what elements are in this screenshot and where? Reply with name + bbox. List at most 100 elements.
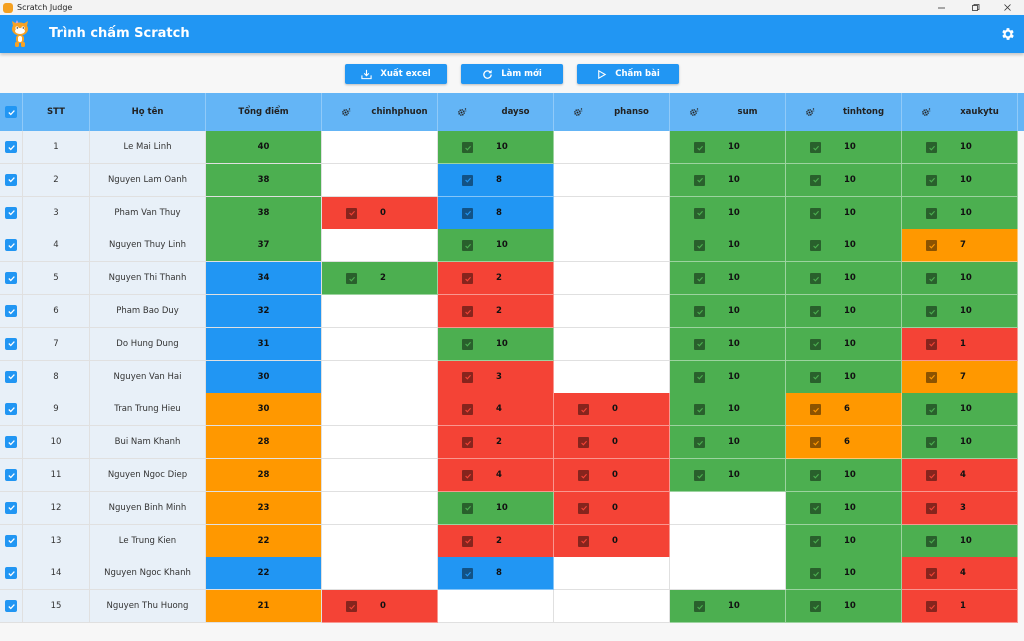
task-score-cell[interactable]: 10: [438, 491, 554, 525]
task-checkbox[interactable]: [810, 437, 821, 449]
task-score-cell-empty[interactable]: [438, 590, 554, 624]
task-checkbox[interactable]: [462, 470, 473, 481]
task-score-cell[interactable]: 10: [786, 163, 902, 197]
task-checkbox[interactable]: [926, 240, 937, 252]
table-row[interactable]: 9 Tran Trung Hieu 30 4 0 10 6 10: [0, 393, 1024, 427]
task-score-cell[interactable]: 0: [554, 491, 670, 525]
task-score-cell[interactable]: 4: [438, 393, 554, 427]
task-score-cell-empty[interactable]: [322, 393, 438, 427]
grade-button[interactable]: Chấm bài: [577, 64, 679, 84]
header-task-xaukytu[interactable]: xaukytu: [902, 93, 1018, 131]
task-checkbox[interactable]: [694, 306, 705, 317]
task-checkbox[interactable]: [462, 568, 473, 580]
row-select-cell[interactable]: [0, 393, 23, 427]
row-checkbox[interactable]: [5, 501, 17, 514]
row-checkbox[interactable]: [5, 567, 17, 580]
task-checkbox[interactable]: [926, 568, 937, 580]
task-checkbox[interactable]: [462, 174, 473, 186]
task-score-cell-empty[interactable]: [322, 557, 438, 591]
header-task-dayso[interactable]: dayso: [438, 93, 554, 131]
task-score-cell[interactable]: 10: [786, 295, 902, 328]
task-score-cell-empty[interactable]: [554, 262, 670, 296]
task-checkbox[interactable]: [694, 470, 705, 481]
task-checkbox[interactable]: [462, 502, 473, 514]
task-checkbox[interactable]: [694, 404, 705, 416]
row-checkbox[interactable]: [5, 337, 17, 350]
task-score-cell[interactable]: 10: [786, 196, 902, 230]
task-checkbox[interactable]: [926, 174, 937, 186]
task-checkbox[interactable]: [810, 273, 821, 285]
task-score-cell[interactable]: 10: [786, 360, 902, 394]
table-row[interactable]: 7 Do Hung Dung 31 10 10 10 1: [0, 327, 1024, 361]
header-task-tinhtong[interactable]: tinhtong: [786, 93, 902, 131]
task-checkbox[interactable]: [346, 207, 357, 219]
task-score-cell[interactable]: 10: [670, 262, 786, 296]
task-score-cell[interactable]: 10: [902, 196, 1018, 230]
task-score-cell-empty[interactable]: [322, 163, 438, 197]
task-score-cell-empty[interactable]: [554, 131, 670, 164]
task-checkbox[interactable]: [694, 437, 705, 449]
task-score-cell-empty[interactable]: [322, 229, 438, 263]
task-checkbox[interactable]: [810, 306, 821, 317]
task-score-cell[interactable]: 10: [670, 196, 786, 230]
task-score-cell-empty[interactable]: [554, 557, 670, 591]
task-checkbox[interactable]: [462, 207, 473, 219]
row-select-cell[interactable]: [0, 262, 23, 296]
table-row[interactable]: 1 Le Mai Linh 40 10 10 10 10: [0, 131, 1024, 164]
task-score-cell-empty[interactable]: [322, 459, 438, 492]
task-checkbox[interactable]: [694, 174, 705, 186]
row-select-cell[interactable]: [0, 229, 23, 263]
row-select-cell[interactable]: [0, 196, 23, 230]
row-checkbox[interactable]: [5, 141, 17, 153]
table-row[interactable]: 10 Bui Nam Khanh 28 2 0 10 6 10: [0, 426, 1024, 460]
task-checkbox[interactable]: [810, 404, 821, 416]
gear-icon[interactable]: [1000, 26, 1016, 42]
task-score-cell[interactable]: 10: [438, 229, 554, 263]
task-score-cell-empty[interactable]: [322, 426, 438, 460]
task-score-cell[interactable]: 10: [670, 327, 786, 361]
task-score-cell-empty[interactable]: [670, 524, 786, 558]
task-checkbox[interactable]: [578, 535, 589, 547]
task-checkbox[interactable]: [578, 470, 589, 481]
task-checkbox[interactable]: [694, 273, 705, 285]
task-checkbox[interactable]: [926, 338, 937, 350]
task-score-cell[interactable]: 10: [670, 229, 786, 263]
header-total[interactable]: Tổng điểm: [206, 93, 322, 131]
task-checkbox[interactable]: [462, 142, 473, 153]
task-checkbox[interactable]: [462, 371, 473, 383]
task-score-cell[interactable]: 10: [786, 327, 902, 361]
row-select-cell[interactable]: [0, 131, 23, 164]
task-checkbox[interactable]: [462, 404, 473, 416]
maximize-button[interactable]: [958, 0, 992, 15]
row-checkbox[interactable]: [5, 173, 17, 186]
table-row[interactable]: 5 Nguyen Thi Thanh 34 2 2 10 10 10: [0, 262, 1024, 296]
task-score-cell[interactable]: 10: [786, 459, 902, 492]
task-checkbox[interactable]: [694, 142, 705, 153]
task-score-cell[interactable]: 1: [902, 590, 1018, 624]
task-checkbox[interactable]: [926, 306, 937, 317]
task-checkbox[interactable]: [462, 306, 473, 317]
task-checkbox[interactable]: [926, 207, 937, 219]
task-checkbox[interactable]: [462, 535, 473, 547]
task-score-cell[interactable]: 10: [670, 590, 786, 624]
task-score-cell-empty[interactable]: [670, 557, 786, 591]
header-name[interactable]: Họ tên: [90, 93, 206, 131]
task-score-cell[interactable]: 10: [670, 163, 786, 197]
task-score-cell-empty[interactable]: [554, 590, 670, 624]
task-checkbox[interactable]: [810, 174, 821, 186]
task-score-cell-empty[interactable]: [554, 163, 670, 197]
task-checkbox[interactable]: [926, 404, 937, 416]
task-checkbox[interactable]: [810, 207, 821, 219]
task-checkbox[interactable]: [926, 273, 937, 285]
task-checkbox[interactable]: [462, 240, 473, 252]
task-score-cell[interactable]: 10: [786, 262, 902, 296]
task-score-cell[interactable]: 0: [554, 426, 670, 460]
table-row[interactable]: 2 Nguyen Lam Oanh 38 8 10 10 10: [0, 163, 1024, 197]
task-checkbox[interactable]: [694, 371, 705, 383]
task-score-cell[interactable]: 10: [670, 426, 786, 460]
row-select-cell[interactable]: [0, 426, 23, 460]
task-score-cell[interactable]: 0: [554, 524, 670, 558]
task-checkbox[interactable]: [462, 273, 473, 285]
task-score-cell[interactable]: 10: [902, 393, 1018, 427]
header-stt[interactable]: STT: [23, 93, 90, 131]
